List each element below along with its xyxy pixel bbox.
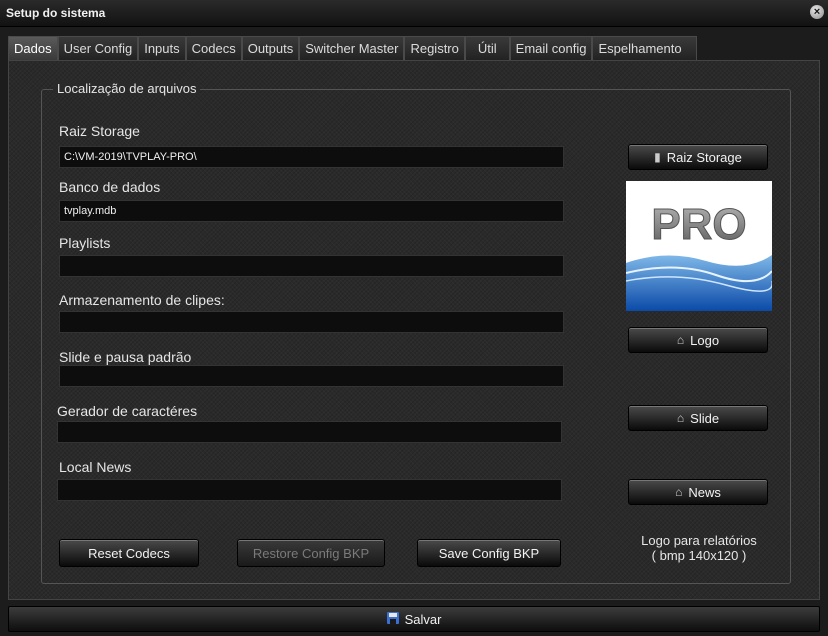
logo-text: PRO	[651, 200, 746, 249]
logo-button-label: Logo	[690, 332, 720, 348]
camera-icon: ⌂	[676, 411, 685, 425]
raiz-storage-label: Raiz Storage	[59, 123, 140, 139]
slide-pausa-label: Slide e pausa padrão	[59, 349, 192, 365]
armazenamento-label: Armazenamento de clipes:	[59, 292, 225, 308]
camera-icon: ⌂	[676, 333, 685, 347]
save-config-button[interactable]: Save Config BKP	[417, 539, 561, 567]
tab-email-config[interactable]: Email config	[509, 36, 593, 60]
logo-note-line2: ( bmp 140x120 )	[651, 548, 747, 563]
tab-switcher-master[interactable]: Switcher Master	[299, 36, 405, 60]
tab-content-dados: Localização de arquivos Raiz Storage C:\…	[8, 60, 820, 600]
news-button[interactable]: ⌂ News	[628, 479, 768, 505]
raiz-storage-field[interactable]: C:\VM-2019\TVPLAY-PRO\	[59, 146, 564, 168]
raiz-storage-button[interactable]: ▮ Raiz Storage	[628, 144, 768, 170]
tab-bar: Dados User Config Inputs Codecs Outputs …	[8, 36, 697, 60]
slide-button[interactable]: ⌂ Slide	[628, 405, 768, 431]
gerador-label: Gerador de caractéres	[57, 403, 198, 419]
logo-button[interactable]: ⌂ Logo	[628, 327, 768, 353]
raiz-storage-button-label: Raiz Storage	[666, 149, 742, 165]
local-news-field[interactable]	[57, 479, 562, 501]
tab-codecs[interactable]: Codecs	[185, 36, 242, 60]
news-button-label: News	[688, 484, 721, 500]
local-news-label: Local News	[59, 459, 132, 475]
playlists-field[interactable]	[59, 255, 564, 277]
playlists-label: Playlists	[59, 235, 111, 251]
logo-preview: PRO	[626, 181, 772, 311]
close-icon[interactable]: ×	[810, 5, 824, 19]
banco-dados-field[interactable]: tvplay.mdb	[59, 200, 564, 222]
armazenamento-field[interactable]	[59, 311, 564, 333]
floppy-icon	[386, 611, 399, 627]
banco-dados-label: Banco de dados	[59, 179, 161, 195]
tab-util[interactable]: Útil	[464, 36, 510, 60]
tab-registro[interactable]: Registro	[404, 36, 465, 60]
tab-espelhamento[interactable]: Espelhamento	[592, 36, 697, 60]
folder-icon: ▮	[654, 150, 661, 164]
slide-pausa-field[interactable]	[59, 365, 564, 387]
salvar-button[interactable]: Salvar	[8, 606, 820, 632]
camera-icon: ⌂	[675, 485, 683, 499]
logo-note: Logo para relatórios ( bmp 140x120 )	[614, 533, 784, 563]
window-title: Setup do sistema	[6, 6, 106, 20]
gerador-field[interactable]	[57, 421, 562, 443]
tab-user-config[interactable]: User Config	[57, 36, 139, 60]
slide-button-label: Slide	[690, 410, 720, 426]
reset-codecs-button[interactable]: Reset Codecs	[59, 539, 199, 567]
salvar-label: Salvar	[404, 611, 442, 627]
tab-outputs[interactable]: Outputs	[241, 36, 300, 60]
tab-inputs[interactable]: Inputs	[138, 36, 186, 60]
logo-note-line1: Logo para relatórios	[641, 533, 757, 548]
title-bar: Setup do sistema ×	[0, 0, 828, 27]
tab-dados[interactable]: Dados	[8, 36, 58, 60]
group-title: Localização de arquivos	[53, 81, 201, 96]
restore-config-button[interactable]: Restore Config BKP	[237, 539, 385, 567]
